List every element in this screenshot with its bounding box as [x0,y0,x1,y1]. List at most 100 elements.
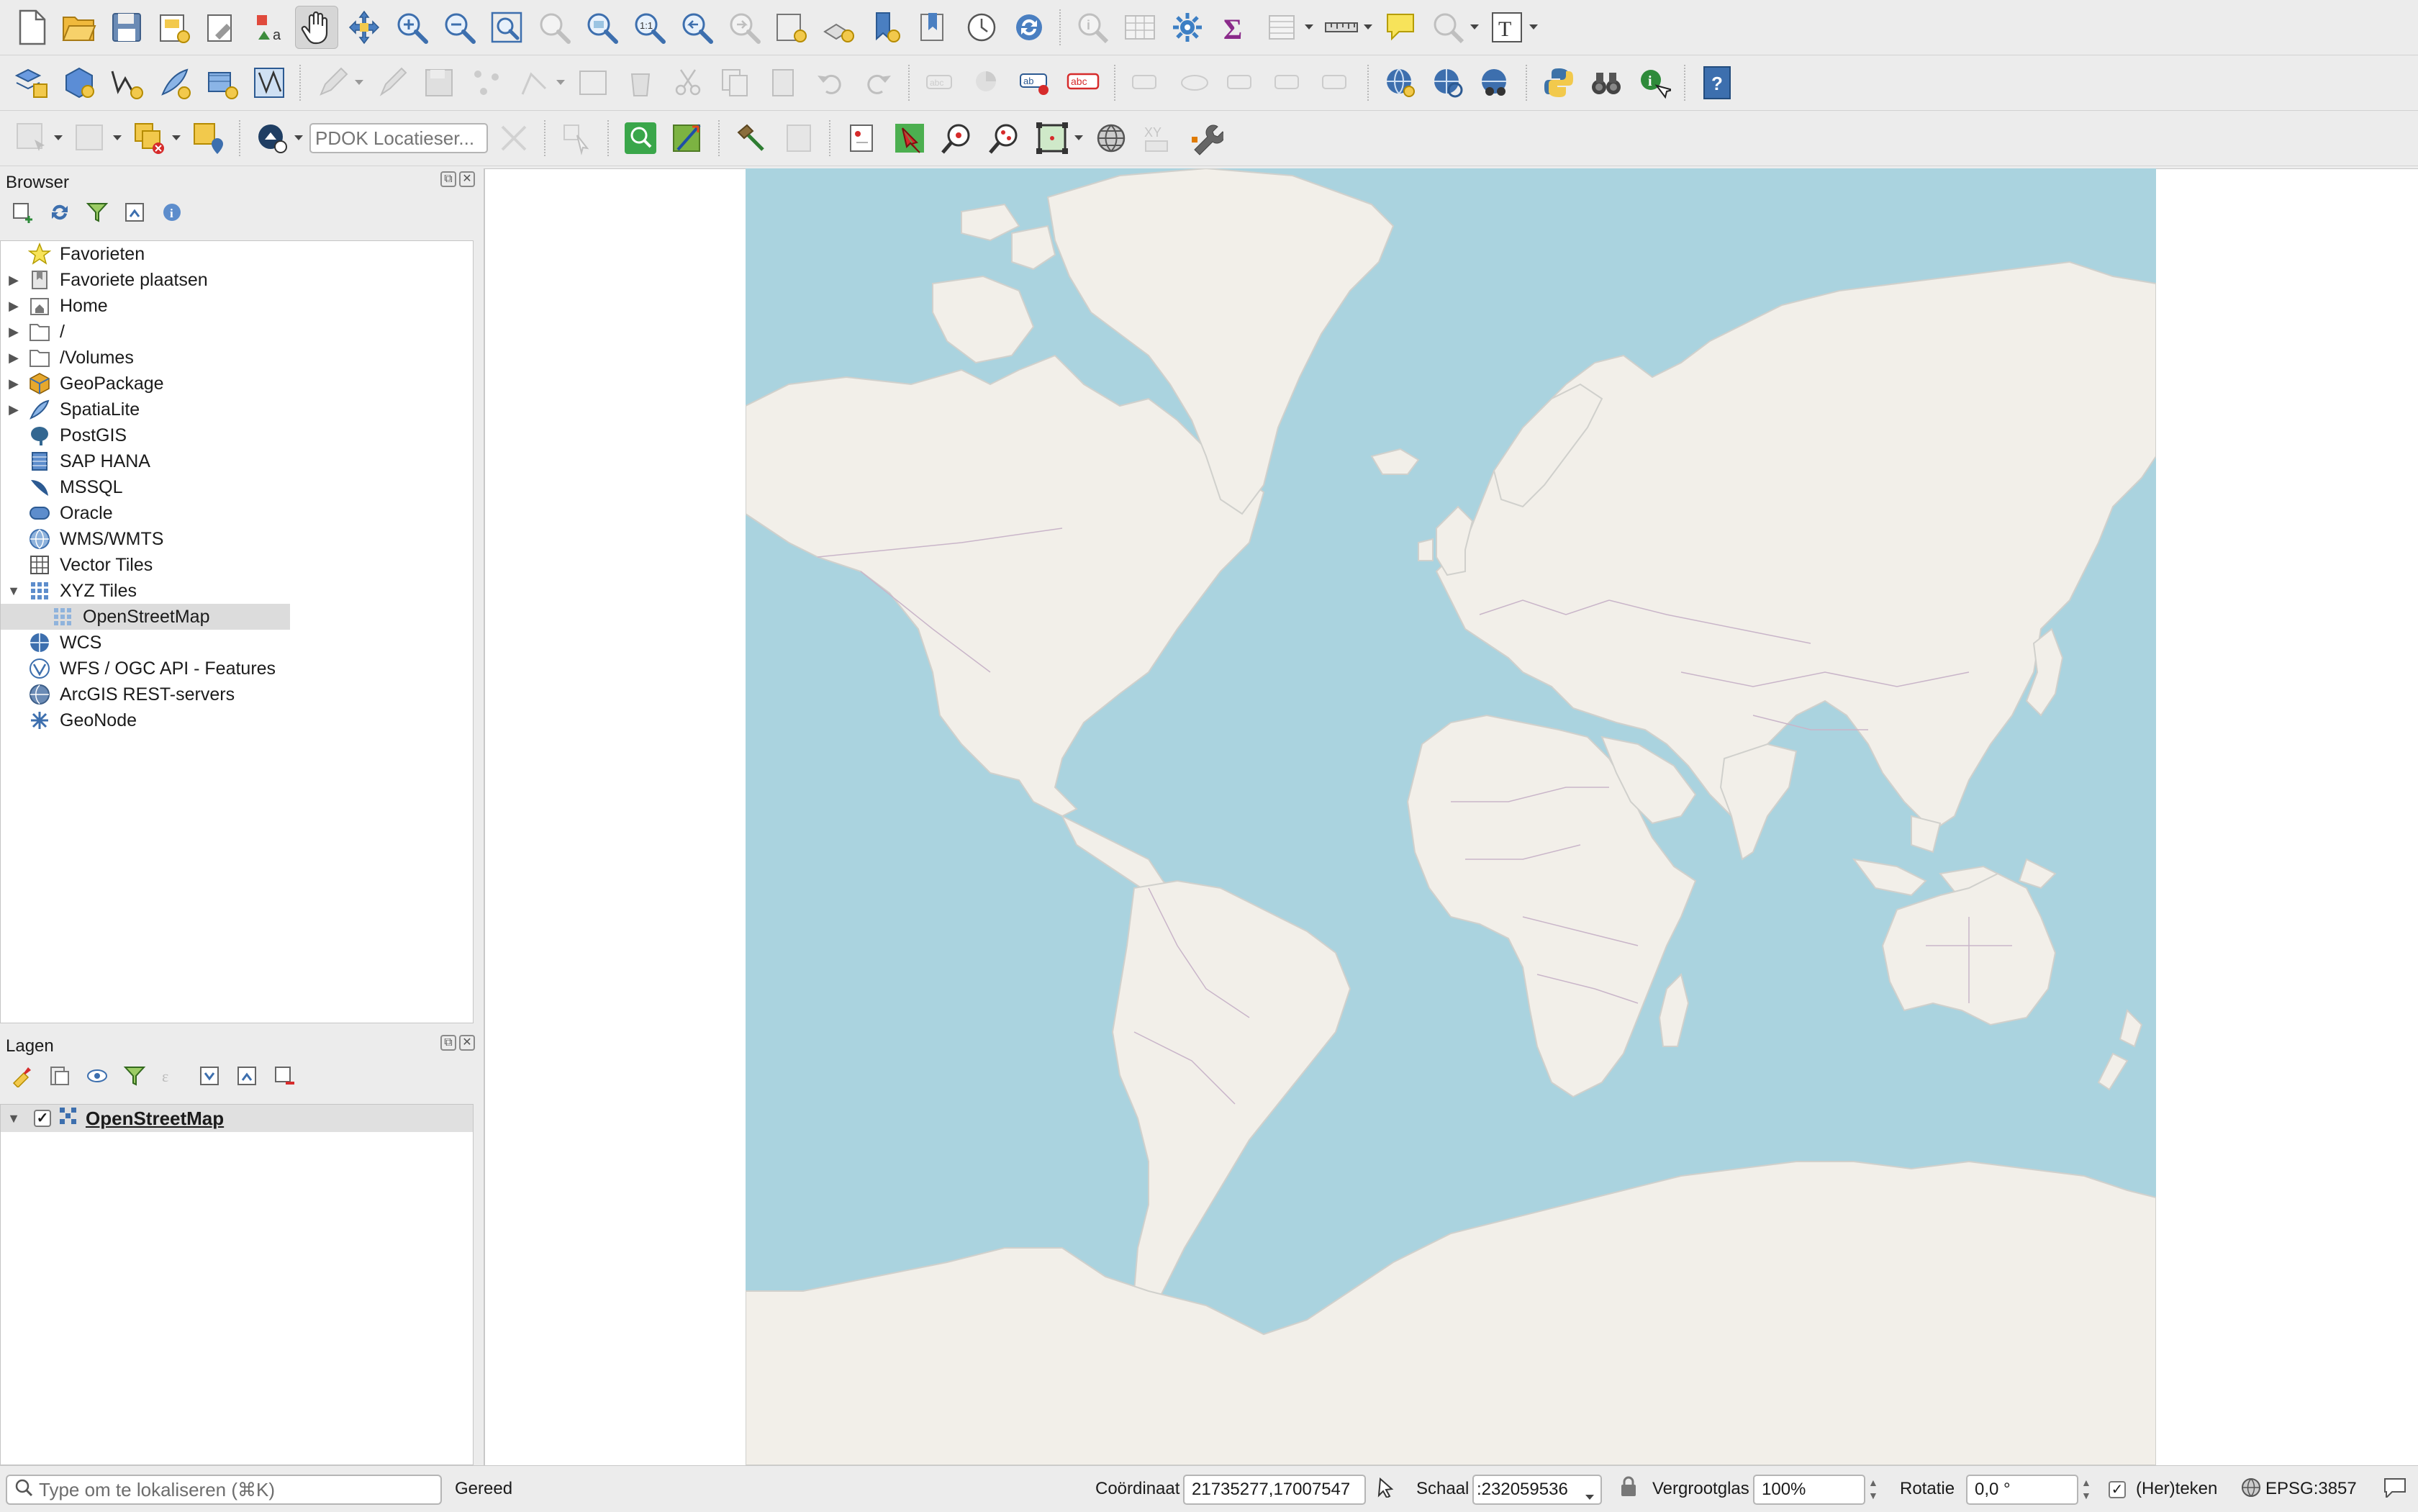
scale-combo[interactable]: :232059536 [1472,1475,1602,1505]
vertex-tool-icon[interactable] [512,61,556,104]
pdok-locator-search-input[interactable] [309,123,488,153]
digitize-icon[interactable] [465,61,508,104]
pan-to-selection-icon[interactable] [343,6,386,49]
pan-map-icon[interactable] [295,6,338,49]
expand-arrow-icon[interactable]: ▶ [1,273,27,288]
new-3d-map-view-icon[interactable] [818,6,861,49]
add-selected-layers-icon[interactable] [7,197,37,227]
tree-item-vector-tiles[interactable]: Vector Tiles [1,552,473,578]
select-by-value-icon[interactable] [69,117,112,160]
pin-map-icon[interactable] [888,117,931,160]
tree-item-postgis[interactable]: PostGIS [1,422,473,448]
collapse-all-icon[interactable] [232,1061,262,1091]
rotate-label-icon[interactable] [1268,61,1311,104]
collapse-arrow-icon[interactable]: ▼ [1,584,27,599]
delete-selected-icon[interactable] [619,61,662,104]
tree-item-home[interactable]: ▶ Home [1,293,473,319]
tree-item-favorieten[interactable]: Favorieten [1,241,473,267]
close-panel-icon[interactable]: ✕ [459,171,475,187]
python-console-icon[interactable] [1537,61,1580,104]
identify-info-icon[interactable]: i [1632,61,1675,104]
refresh-browser-icon[interactable] [45,197,75,227]
chevron-down-icon[interactable] [1362,6,1375,49]
new-mesh-layer-icon[interactable] [248,61,291,104]
crs-label[interactable]: EPSG:3857 [2265,1479,2357,1499]
show-bookmarks-icon[interactable] [913,6,956,49]
statistical-summary-icon[interactable]: Σ [1213,6,1256,49]
search-binoculars-icon[interactable] [1585,61,1628,104]
close-panel-icon[interactable]: ✕ [459,1035,475,1051]
selection-frame-icon[interactable] [1031,117,1074,160]
save-edits-icon[interactable] [417,61,461,104]
coordinate-field[interactable]: 21735277,17007547 [1183,1475,1366,1505]
render-checkbox[interactable]: ✓ [2109,1479,2126,1499]
undo-icon[interactable] [809,61,852,104]
tree-item-favoriete-plaatsen[interactable]: ▶ Favoriete plaatsen [1,267,473,293]
tree-item-openstreetmap[interactable]: OpenStreetMap [1,604,290,630]
identify-features-icon[interactable]: i [1071,6,1114,49]
tree-item-wcs[interactable]: WCS [1,630,473,656]
help-icon[interactable]: ? [1695,61,1739,104]
tree-item-volumes[interactable]: ▶ /Volumes [1,345,473,371]
locator-search-field[interactable]: Type om te lokaliseren (⌘K) [6,1475,442,1505]
float-panel-icon[interactable]: ⧉ [440,171,456,187]
tree-item-geonode[interactable]: GeoNode [1,707,473,733]
show-unplaced-labels-icon[interactable]: abc [1062,61,1105,104]
atlas-book-icon[interactable] [777,117,820,160]
current-edits-icon[interactable] [311,61,354,104]
chevron-down-icon[interactable] [554,61,567,104]
expand-arrow-icon[interactable]: ▶ [1,402,27,417]
tree-item-arcgis-rest[interactable]: ArcGIS REST-servers [1,682,473,707]
add-wfs-layer-icon[interactable] [1474,61,1517,104]
save-project-icon[interactable] [105,6,148,49]
paste-features-icon[interactable] [761,61,805,104]
expand-arrow-icon[interactable]: ▶ [1,376,27,391]
select-location-icon[interactable] [187,117,230,160]
tree-item-geopackage[interactable]: ▶ GeoPackage [1,371,473,397]
zoom-out-icon[interactable] [438,6,481,49]
chevron-down-icon[interactable] [292,117,305,160]
expand-arrow-icon[interactable]: ▶ [1,325,27,340]
measure-line-icon[interactable] [1320,6,1363,49]
new-map-view-icon[interactable] [770,6,813,49]
new-bookmark-icon[interactable] [865,6,908,49]
layer-diagram-icon[interactable] [967,61,1010,104]
chevron-down-icon[interactable] [1527,6,1540,49]
map-edit-tool-icon[interactable] [666,117,710,160]
add-wcs-layer-icon[interactable] [1426,61,1470,104]
change-label-icon[interactable] [1316,61,1359,104]
modify-attributes-icon[interactable] [571,61,615,104]
add-wms-layer-icon[interactable] [1379,61,1422,104]
expand-arrow-icon[interactable]: ▶ [1,299,27,314]
float-panel-icon[interactable]: ⧉ [440,1035,456,1051]
tree-item-wfs-ogc[interactable]: WFS / OGC API - Features [1,656,473,682]
spin-arrows-icon[interactable]: ▲ ▼ [1868,1476,1885,1506]
chevron-down-icon[interactable] [170,117,183,160]
processing-toolbox-icon[interactable] [1166,6,1209,49]
chevron-down-icon[interactable] [1585,1486,1595,1506]
spin-arrows-icon[interactable]: ▲ ▼ [2081,1476,2098,1506]
attribute-table-icon[interactable] [1118,6,1162,49]
zoom-full-icon[interactable] [485,6,528,49]
text-annotation-icon[interactable]: T [1485,6,1529,49]
filter-browser-icon[interactable] [82,197,112,227]
show-hide-labels-icon[interactable] [1173,61,1216,104]
open-project-icon[interactable] [58,6,101,49]
show-layout-table-icon[interactable] [1261,6,1304,49]
pin-label-icon[interactable] [1126,61,1169,104]
expand-arrow-icon[interactable]: ▶ [1,350,27,366]
select-by-area-icon[interactable] [10,117,53,160]
network-globe-icon[interactable] [1090,117,1133,160]
new-geopackage-layer-icon[interactable] [58,61,101,104]
locator-icon[interactable] [250,117,294,160]
expand-all-icon[interactable] [194,1061,225,1091]
filter-legend-icon[interactable] [119,1061,150,1091]
new-virtual-layer-icon[interactable] [200,61,243,104]
copy-features-icon[interactable] [714,61,757,104]
cut-features-icon[interactable] [666,61,710,104]
filter-expression-icon[interactable]: ε [157,1061,187,1091]
layout-manager-icon[interactable] [200,6,243,49]
zoom-points-icon[interactable] [983,117,1026,160]
messages-icon[interactable] [2383,1476,2406,1503]
tree-item-sap-hana[interactable]: SAP HANA [1,448,473,474]
